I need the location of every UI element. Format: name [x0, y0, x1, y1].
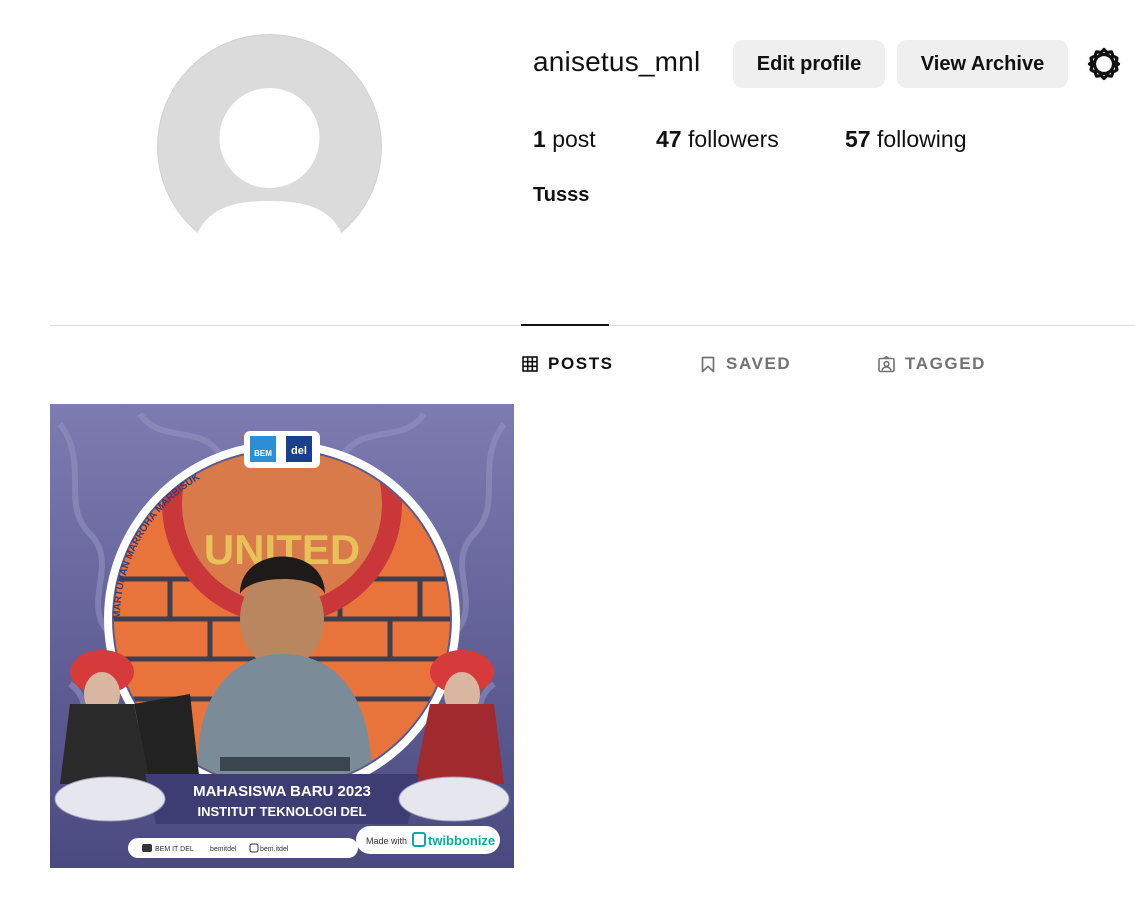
- logo-left-text: BEM: [254, 449, 272, 458]
- post-title-line1: MAHASISWA BARU 2023: [193, 783, 371, 800]
- followers-label: followers: [687, 126, 779, 152]
- following-count: 57: [845, 126, 871, 152]
- tab-posts-label: POSTS: [548, 354, 614, 373]
- followers-stat[interactable]: 47 followers: [656, 126, 779, 153]
- profile-bio: Tusss: [533, 184, 590, 206]
- tab-posts[interactable]: POSTS: [522, 354, 614, 374]
- default-avatar-icon: [157, 34, 382, 259]
- grid-icon: [522, 356, 538, 372]
- bookmark-icon: [701, 356, 715, 372]
- social-youtube: BEM IT DEL: [155, 846, 194, 853]
- active-tab-indicator: [521, 324, 609, 326]
- following-label: following: [876, 126, 967, 152]
- youtube-icon: [142, 844, 152, 852]
- posts-stat: 1 post: [533, 126, 596, 153]
- tab-tagged-label: TAGGED: [905, 354, 987, 373]
- tagged-icon: [878, 355, 895, 372]
- tab-tagged[interactable]: TAGGED: [878, 354, 986, 374]
- posts-count: 1: [533, 126, 546, 152]
- following-stat[interactable]: 57 following: [845, 126, 966, 153]
- view-archive-button[interactable]: View Archive: [897, 40, 1068, 88]
- gear-icon[interactable]: [1086, 46, 1122, 82]
- tab-saved-label: SAVED: [726, 354, 792, 373]
- posts-label: post: [552, 126, 596, 152]
- edit-profile-button[interactable]: Edit profile: [733, 40, 885, 88]
- brand-text: twibbonize: [428, 833, 495, 848]
- logo-right-text: del: [291, 445, 307, 457]
- followers-count: 47: [656, 126, 682, 152]
- post-title-line2: INSTITUT TEKNOLOGI DEL: [198, 804, 367, 819]
- social-instagram: bem.itdel: [260, 846, 289, 853]
- social-tiktok: bemitdel: [210, 846, 237, 853]
- tab-saved[interactable]: SAVED: [700, 354, 791, 374]
- profile-avatar[interactable]: [157, 34, 382, 259]
- post-image: UNITED MARTUHAN MARROHA MARBISUK BEM del: [50, 404, 514, 868]
- profile-username: anisetus_mnl: [533, 46, 701, 77]
- post-thumbnail[interactable]: UNITED MARTUHAN MARROHA MARBISUK BEM del: [50, 404, 514, 868]
- made-with-text: Made with: [366, 836, 407, 846]
